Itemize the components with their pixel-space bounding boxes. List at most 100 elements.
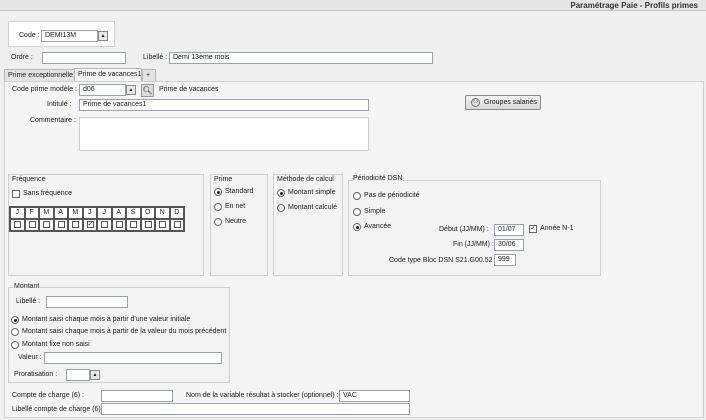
libelle-field[interactable]: Demi 13ème mois — [169, 52, 433, 64]
periodicite-simple-label: Simple — [364, 208, 386, 215]
month-cell-6 — [97, 219, 112, 231]
montant-option-2-radio[interactable] — [11, 328, 19, 336]
tab-prime-de-vacances1[interactable]: Prime de vacances1 — [74, 68, 142, 81]
frequence-title: Fréquence — [12, 176, 46, 183]
month-checkbox-0[interactable] — [14, 221, 21, 228]
month-cell-10 — [155, 219, 170, 231]
month-header-11: D — [169, 207, 184, 219]
methode-montant-simple-radio[interactable] — [277, 189, 285, 197]
sans-frequence-checkbox[interactable] — [12, 190, 20, 198]
month-header-8: S — [126, 207, 141, 219]
month-header-6: J — [97, 207, 112, 219]
methode-montant-calcule-label: Montant calculé — [288, 204, 338, 211]
month-cell-8 — [126, 219, 141, 231]
code-prime-dropdown-arrow-icon[interactable]: ▲ — [126, 85, 136, 95]
month-checkbox-2[interactable] — [43, 221, 50, 228]
compte-charge-label: Compte de charge (6) : — [12, 392, 84, 399]
montant-option-2-label: Montant saisi chaque mois à partir de la… — [22, 328, 227, 335]
debut-label: Début (JJ/MM) : — [439, 226, 489, 233]
month-cell-4 — [68, 219, 83, 231]
prime-neutre-radio[interactable] — [214, 218, 222, 226]
nom-variable-field[interactable]: VAC — [339, 390, 410, 402]
month-header-4: M — [68, 207, 83, 219]
code-field[interactable]: DEMI13M — [41, 30, 98, 42]
periodicite-avancee-label: Avancée — [364, 223, 392, 230]
valeur-label: Valeur : — [18, 354, 42, 361]
intitule-field[interactable]: Prime de vacances1 — [79, 99, 369, 111]
fin-label: Fin (JJ/MM) : — [453, 241, 494, 248]
month-header-3: A — [53, 207, 68, 219]
prime-title: Prime — [214, 176, 233, 183]
commentaire-label: Commentaire : — [30, 117, 76, 124]
periodicite-title: Périodicité DSN — [352, 175, 404, 182]
prime-standard-label: Standard — [225, 188, 254, 195]
code-prime-description: Prime de vacances — [159, 86, 219, 93]
proratisation-field[interactable] — [66, 369, 90, 381]
periodicite-simple-radio[interactable] — [353, 208, 361, 216]
montant-option-1-radio[interactable] — [11, 316, 19, 324]
tab-add[interactable]: + — [142, 69, 156, 81]
title-bar: Paramétrage Paie - Profils primes — [0, 0, 706, 11]
groupes-salaries-label: Groupes salariés — [484, 99, 537, 106]
periodicite-avancee-radio[interactable] — [353, 223, 361, 231]
prime-en-net-radio[interactable] — [214, 203, 222, 211]
month-cell-5: ✓ — [82, 219, 97, 231]
valeur-field[interactable] — [44, 352, 222, 364]
groupes-salaries-button[interactable]: ⚇ Groupes salariés — [465, 95, 541, 110]
month-header-5: J — [82, 207, 97, 219]
month-checkbox-3[interactable] — [57, 221, 65, 228]
intitule-label: Intitulé : — [47, 101, 72, 108]
month-cell-7 — [111, 219, 126, 231]
months-grid: J F M A M J J A S O N D ✓ — [9, 206, 185, 232]
ordre-field[interactable] — [42, 52, 126, 64]
month-checkbox-5[interactable]: ✓ — [86, 221, 94, 228]
montant-libelle-label: Libellé : — [16, 298, 41, 305]
montant-option-3-radio[interactable] — [11, 341, 19, 349]
month-checkbox-4[interactable] — [72, 221, 79, 228]
month-cell-1 — [24, 219, 39, 231]
periodicite-pas-radio[interactable] — [353, 192, 361, 200]
proratisation-dropdown-arrow-icon[interactable]: ▲ — [90, 370, 100, 380]
code-prime-field[interactable]: d06 — [79, 84, 126, 96]
month-header-9: O — [140, 207, 155, 219]
sans-frequence-label: Sans fréquence — [23, 190, 73, 197]
libelle-compte-field[interactable] — [101, 403, 410, 415]
prime-en-net-label: En net — [225, 203, 246, 210]
fin-field[interactable]: 30/06 — [494, 239, 524, 251]
search-icon[interactable]: 🔍︎ — [141, 84, 154, 97]
month-checkbox-11[interactable] — [173, 221, 181, 228]
month-header-1: F — [24, 207, 39, 219]
annee-n1-checkbox[interactable]: ✓ — [529, 225, 537, 233]
montant-title: Montant — [13, 283, 41, 290]
month-cell-3 — [53, 219, 68, 231]
annee-n1-label: Année N-1 — [540, 225, 574, 232]
month-cell-11 — [169, 219, 184, 231]
month-header-10: N — [155, 207, 170, 219]
code-label: Code : — [19, 32, 40, 39]
methode-montant-calcule-radio[interactable] — [277, 204, 285, 212]
month-checkbox-8[interactable] — [130, 221, 137, 228]
libelle-compte-label: Libellé compte de charge (6) : — [12, 406, 105, 413]
month-checkbox-10[interactable] — [159, 221, 166, 228]
month-checkbox-9[interactable] — [144, 221, 152, 228]
month-checkbox-6[interactable] — [101, 221, 108, 228]
window-title: Paramétrage Paie - Profils primes — [570, 1, 698, 10]
libelle-label: Libellé : — [143, 54, 168, 61]
code-prime-label: Code prime modèle : — [12, 86, 77, 93]
methode-title: Méthode de calcul — [277, 176, 334, 183]
debut-field[interactable]: 01/07 — [494, 224, 524, 236]
code-bloc-field[interactable]: 999 — [494, 254, 516, 266]
montant-libelle-field[interactable] — [46, 296, 128, 308]
month-checkbox-1[interactable] — [28, 221, 36, 228]
proratisation-label: Proratisation : — [14, 371, 58, 378]
month-header-0: J — [10, 207, 25, 219]
code-bloc-label: Code type Bloc DSN S21.G00.52 : — [389, 257, 497, 264]
commentaire-textarea[interactable] — [79, 117, 369, 151]
code-dropdown-arrow-icon[interactable]: ▲ — [98, 31, 108, 41]
tab-prime-exceptionnelle[interactable]: Prime exceptionnelle — [4, 69, 75, 81]
month-checkbox-7[interactable] — [115, 221, 123, 228]
prime-standard-radio[interactable] — [214, 188, 222, 196]
month-cell-9 — [140, 219, 155, 231]
montant-option-1-label: Montant saisi chaque mois à partir d'une… — [22, 316, 191, 323]
compte-charge-field[interactable] — [101, 390, 173, 402]
